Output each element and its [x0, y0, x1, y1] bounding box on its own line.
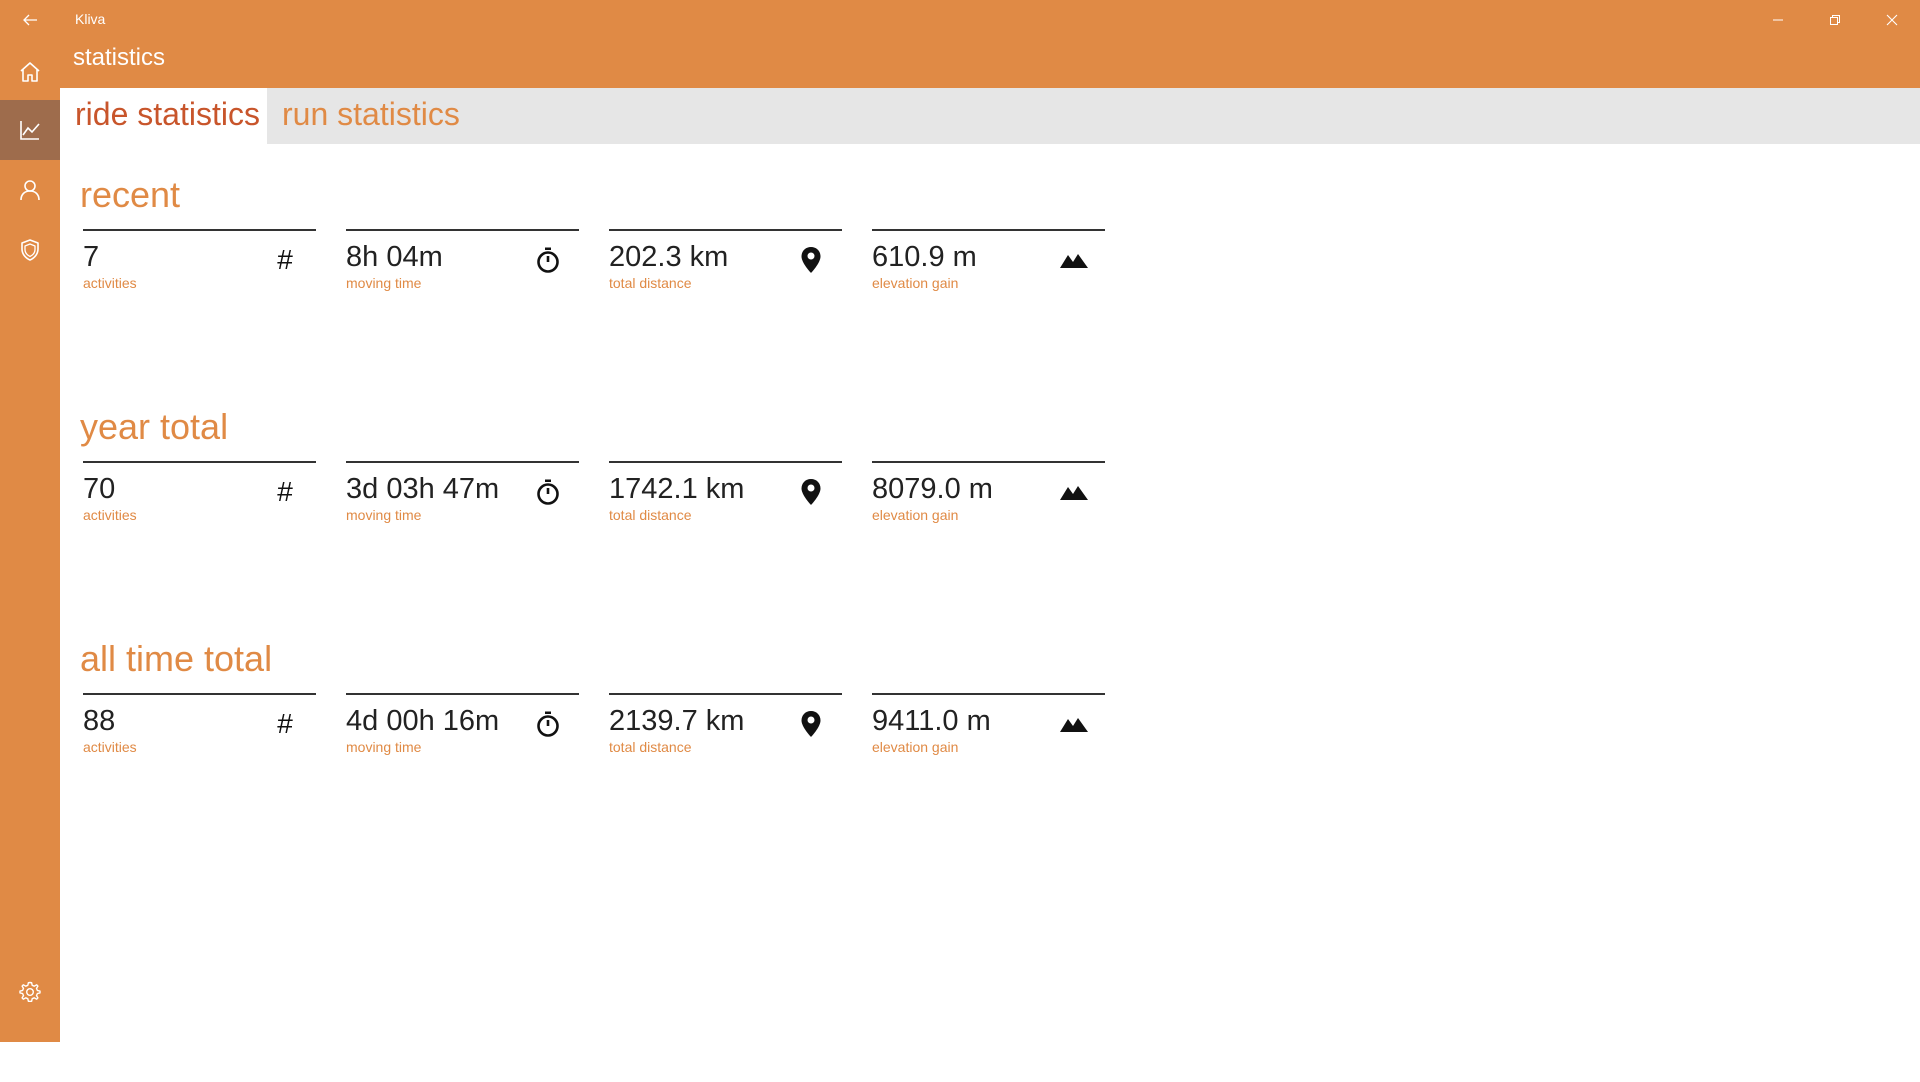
restore-icon [1829, 15, 1840, 25]
close-icon [1886, 14, 1897, 26]
stat-year-moving-time: 3d 03h 47m moving time [346, 461, 579, 531]
app-title: Kliva [75, 11, 106, 27]
stopwatch-icon [533, 477, 563, 507]
restore-button[interactable] [1806, 0, 1863, 40]
sidebar-item-profile[interactable] [0, 160, 60, 220]
minimize-icon [1772, 19, 1783, 21]
section-title-recent: recent [80, 174, 181, 215]
stat-label: total distance [609, 739, 692, 755]
page-header: statistics [60, 40, 1920, 88]
section-title-year-total: year total [80, 406, 229, 447]
stat-all-time-elevation-gain: 9411.0 m elevation gain [872, 693, 1105, 763]
stat-value: 88 [83, 705, 116, 737]
back-button[interactable] [0, 0, 60, 40]
stat-value: 8079.0 m [872, 473, 993, 505]
person-icon [20, 180, 40, 201]
sidebar-item-home[interactable] [0, 42, 60, 102]
stat-value: 202.3 km [609, 241, 729, 273]
tab-ride-statistics[interactable]: ride statistics [60, 88, 267, 144]
stat-label: activities [83, 739, 137, 755]
chart-icon [20, 121, 40, 140]
stat-recent-elevation-gain: 610.9 m elevation gain [872, 229, 1105, 299]
stat-value: 610.9 m [872, 241, 977, 273]
page-title: statistics [73, 44, 166, 71]
stat-value: 4d 00h 16m [346, 705, 500, 737]
tab-run-statistics[interactable]: run statistics [267, 88, 475, 144]
stat-label: moving time [346, 507, 422, 523]
stat-value: 3d 03h 47m [346, 473, 500, 505]
stat-label: moving time [346, 275, 422, 291]
mountain-icon [1059, 245, 1089, 275]
tab-bar: ride statistics run statistics [60, 88, 1920, 144]
stat-all-time-activities: 88 activities # [83, 693, 316, 763]
close-button[interactable] [1863, 0, 1920, 40]
hamburger-menu-icon [18, 1044, 42, 1060]
stat-value: 8h 04m [346, 241, 443, 273]
sidebar-item-privacy[interactable] [0, 220, 60, 280]
stat-label: elevation gain [872, 739, 959, 755]
stat-label: elevation gain [872, 275, 959, 291]
stat-value: 7 [83, 241, 100, 273]
mountain-icon [1059, 477, 1089, 507]
stat-label: total distance [609, 275, 692, 291]
stat-value: 2139.7 km [609, 705, 745, 737]
section-title-all-time-total: all time total [80, 638, 273, 679]
map-pin-icon [796, 709, 826, 739]
stat-label: activities [83, 507, 137, 523]
mountain-icon [1059, 709, 1089, 739]
stat-value: 70 [83, 473, 116, 505]
hash-icon: # [277, 244, 293, 275]
stat-value: 9411.0 m [872, 705, 991, 737]
stat-year-elevation-gain: 8079.0 m elevation gain [872, 461, 1105, 531]
stat-label: total distance [609, 507, 692, 523]
stat-recent-moving-time: 8h 04m moving time [346, 229, 579, 299]
hash-icon: # [277, 476, 293, 507]
shield-icon [21, 239, 39, 261]
stat-year-activities: 70 activities # [83, 461, 316, 531]
back-arrow-icon [23, 14, 37, 26]
stat-label: activities [83, 275, 137, 291]
stat-all-time-moving-time: 4d 00h 16m moving time [346, 693, 579, 763]
home-icon [20, 62, 40, 82]
settings-button[interactable] [0, 962, 60, 1022]
sidebar [0, 40, 60, 1060]
minimize-button[interactable] [1749, 0, 1806, 40]
stopwatch-icon [533, 245, 563, 275]
map-pin-icon [796, 245, 826, 275]
hamburger-menu-button[interactable] [0, 1022, 60, 1082]
sidebar-item-statistics[interactable] [0, 100, 60, 160]
stopwatch-icon [533, 709, 563, 739]
gear-icon [19, 981, 41, 1002]
stat-year-total-distance: 1742.1 km total distance [609, 461, 842, 531]
stat-label: moving time [346, 739, 422, 755]
stat-recent-total-distance: 202.3 km total distance [609, 229, 842, 299]
title-bar: Kliva [0, 0, 1920, 40]
hash-icon: # [277, 708, 293, 739]
stat-label: elevation gain [872, 507, 959, 523]
map-pin-icon [796, 477, 826, 507]
stat-recent-activities: 7 activities # [83, 229, 316, 299]
stat-value: 1742.1 km [609, 473, 745, 505]
stat-all-time-total-distance: 2139.7 km total distance [609, 693, 842, 763]
